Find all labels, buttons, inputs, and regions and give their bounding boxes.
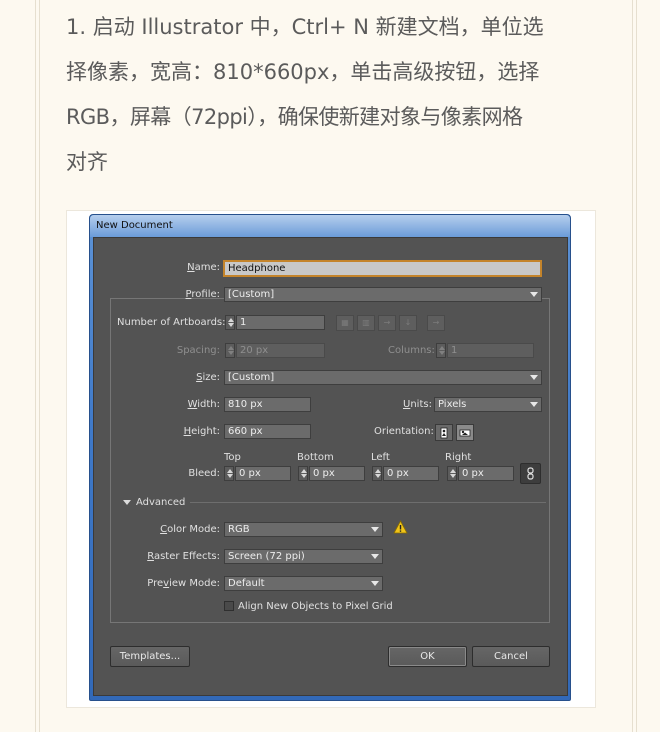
raster-effects-label: Raster Effects:: [147, 551, 220, 562]
advanced-divider: [190, 502, 546, 503]
artboard-arrange-by-row-icon[interactable]: →: [378, 315, 396, 331]
preview-mode-select[interactable]: Default: [224, 576, 383, 591]
units-select[interactable]: Pixels: [434, 397, 542, 412]
columns-stepper[interactable]: [436, 343, 446, 358]
chevron-down-icon: [530, 375, 538, 380]
preview-mode-value: Default: [228, 578, 265, 589]
name-field[interactable]: Headphone: [223, 260, 542, 277]
color-mode-label: Color Mode:: [160, 524, 220, 535]
artboard-grid-by-column-icon[interactable]: ▥: [357, 315, 375, 331]
bleed-right-field[interactable]: 0 px: [458, 466, 514, 481]
intro-line-4: 对齐: [66, 150, 108, 174]
width-label: Width:: [187, 399, 220, 410]
chevron-down-icon: [530, 292, 538, 297]
raster-effects-value: Screen (72 ppi): [228, 551, 305, 562]
page-border-left: [35, 0, 40, 732]
cancel-button[interactable]: Cancel: [472, 646, 550, 667]
name-label: Name:: [187, 262, 220, 273]
size-label: Size:: [196, 372, 220, 383]
bleed-right-label: Right: [445, 452, 472, 463]
height-label: Height:: [183, 426, 220, 437]
profile-label: Profile:: [185, 289, 220, 300]
artboard-grid-by-row-icon[interactable]: ▦: [336, 315, 354, 331]
artboards-field[interactable]: 1: [236, 315, 325, 330]
units-label: Units:: [403, 399, 432, 410]
raster-effects-select[interactable]: Screen (72 ppi): [224, 549, 383, 564]
bleed-top-field[interactable]: 0 px: [235, 466, 291, 481]
columns-field[interactable]: 1: [447, 343, 534, 358]
bleed-left-field[interactable]: 0 px: [383, 466, 439, 481]
bleed-top-stepper[interactable]: [224, 466, 234, 481]
bleed-left-stepper[interactable]: [372, 466, 382, 481]
align-pixel-grid-checkbox[interactable]: [224, 601, 234, 611]
artboards-label: Number of Artboards:: [117, 317, 226, 328]
intro-line-2: 择像素，宽高：810*660px，单击高级按钮，选择: [66, 60, 540, 84]
bleed-left-label: Left: [371, 452, 390, 463]
align-pixel-grid-label[interactable]: Align New Objects to Pixel Grid: [238, 601, 393, 612]
units-value: Pixels: [438, 399, 467, 410]
preview-mode-label: Preview Mode:: [147, 578, 220, 589]
bleed-right-stepper[interactable]: [447, 466, 457, 481]
size-value: [Custom]: [228, 372, 275, 383]
intro-line-1: 1. 启动 Illustrator 中，Ctrl+ N 新建文档，单位选: [66, 15, 544, 39]
spacing-stepper[interactable]: [225, 343, 235, 358]
bleed-label: Bleed:: [188, 468, 220, 479]
intro-text: 1. 启动 Illustrator 中，Ctrl+ N 新建文档，单位选 择像素…: [66, 5, 606, 185]
advanced-toggle-icon[interactable]: [123, 500, 131, 505]
bleed-top-label: Top: [224, 452, 241, 463]
page-border-right: [632, 0, 637, 732]
artboards-stepper[interactable]: [225, 315, 235, 330]
bleed-bottom-label: Bottom: [297, 452, 334, 463]
profile-value: [Custom]: [228, 289, 275, 300]
link-bleed-icon[interactable]: [520, 463, 541, 484]
warning-icon: [393, 520, 408, 534]
columns-label: Columns:: [388, 345, 435, 356]
landscape-orientation-icon[interactable]: [456, 424, 474, 441]
spacing-field[interactable]: 20 px: [236, 343, 325, 358]
orientation-label: Orientation:: [374, 426, 434, 437]
spacing-label: Spacing:: [176, 345, 220, 356]
templates-button[interactable]: Templates...: [110, 646, 190, 667]
bleed-bottom-field[interactable]: 0 px: [309, 466, 365, 481]
chevron-down-icon: [371, 527, 379, 532]
height-field[interactable]: 660 px: [224, 424, 311, 439]
ok-button[interactable]: OK: [388, 646, 467, 667]
width-field[interactable]: 810 px: [224, 397, 311, 412]
color-mode-select[interactable]: RGB: [224, 522, 383, 537]
bleed-bottom-stepper[interactable]: [298, 466, 308, 481]
chevron-down-icon: [371, 581, 379, 586]
color-mode-value: RGB: [228, 524, 250, 535]
chevron-down-icon: [371, 554, 379, 559]
profile-select[interactable]: [Custom]: [224, 287, 542, 302]
window-title: New Document: [96, 220, 173, 231]
size-select[interactable]: [Custom]: [224, 370, 542, 385]
artboard-layout-direction-icon[interactable]: →: [427, 315, 445, 331]
chevron-down-icon: [530, 402, 538, 407]
intro-line-3: RGB，屏幕（72ppi），确保使新建对象与像素网格: [66, 105, 523, 129]
advanced-toggle[interactable]: Advanced: [136, 497, 185, 508]
portrait-orientation-icon[interactable]: [435, 424, 453, 441]
artboard-arrange-by-column-icon[interactable]: ↓: [399, 315, 417, 331]
